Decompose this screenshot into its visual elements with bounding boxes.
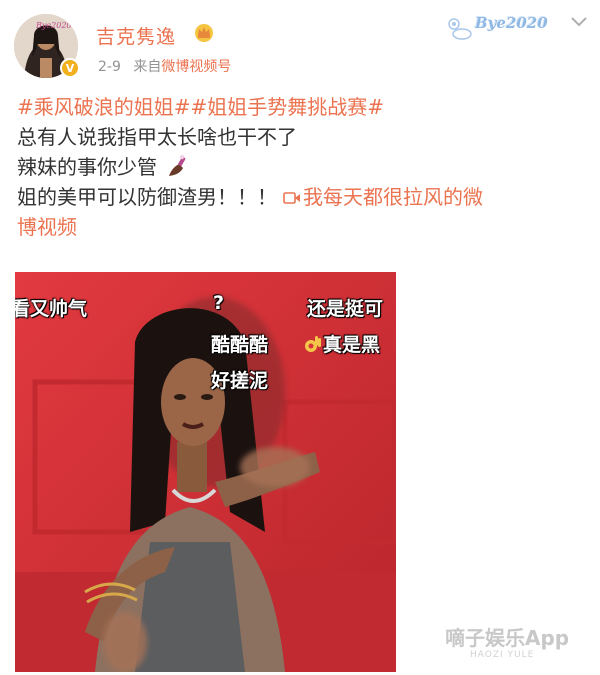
post-date: 2-9	[98, 59, 121, 75]
nail-polish-icon	[169, 154, 186, 176]
video-link-continued[interactable]: 博视频	[17, 212, 587, 242]
card-decoration-text: Bye2020	[475, 14, 548, 32]
source-link[interactable]: 微博视频号	[161, 59, 231, 75]
verified-badge-icon: V	[60, 58, 80, 78]
video-link[interactable]: 我每天都很拉风的微	[303, 185, 483, 209]
hashtag-line: #乘风破浪的姐姐##姐姐手势舞挑战赛#	[17, 92, 587, 122]
video-caption-question: ?	[213, 292, 225, 314]
ok-hand-icon	[305, 336, 321, 352]
video-link-icon[interactable]	[283, 191, 301, 205]
post-line-with-link: 姐的美甲可以防御渣男！！！ 我每天都很拉风的微	[17, 182, 587, 212]
crown-icon	[195, 24, 213, 42]
chevron-down-icon[interactable]	[570, 16, 588, 28]
post-text: #乘风破浪的姐姐##姐姐手势舞挑战赛# 总有人说我指甲太长啥也干不了 辣妹的事你…	[17, 92, 587, 242]
watermark-sub: HAOZI YULE	[470, 650, 535, 660]
post-line: 总有人说我指甲太长啥也干不了	[17, 125, 297, 149]
post-line-with-emoji: 辣妹的事你少管	[17, 152, 587, 182]
hashtag-link[interactable]: #乘风破浪的姐姐#	[17, 95, 191, 119]
video-caption-right: 还是挺可	[307, 298, 384, 320]
username[interactable]: 吉克隽逸	[96, 22, 176, 49]
watermark-logo: 嘀子娱乐App	[445, 626, 570, 650]
video-caption-cool: 酷酷酷	[211, 334, 269, 356]
hashtag-link[interactable]: #姐姐手势舞挑战赛#	[191, 95, 385, 119]
video-caption-black-group: 真是黑	[303, 330, 380, 357]
video-caption-left: 看又帅气	[15, 298, 88, 320]
video-caption-black: 真是黑	[323, 334, 381, 356]
avatar-container[interactable]: Bye2020 V	[14, 14, 80, 78]
post-meta: 2-9 来自微博视频号	[98, 56, 231, 76]
video-player[interactable]: 看又帅气 ? 还是挺可 酷酷酷 真是黑 好搓泥	[15, 272, 396, 672]
post-line: 姐的美甲可以防御渣男！！！	[17, 185, 277, 209]
svg-text:Bye2020: Bye2020	[35, 21, 72, 30]
video-caption-scrub: 好搓泥	[211, 370, 269, 392]
source-prefix: 来自	[133, 59, 162, 75]
post-line: 辣妹的事你少管	[17, 155, 157, 179]
